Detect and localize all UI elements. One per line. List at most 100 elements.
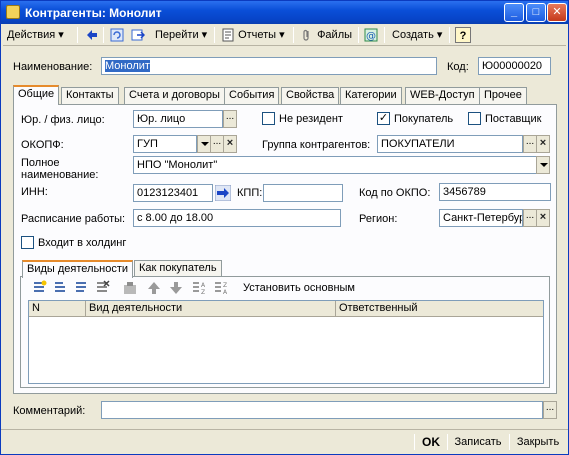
comment-select-button[interactable]: ... <box>543 401 557 419</box>
tab-events[interactable]: События <box>224 87 280 104</box>
files-button[interactable]: Файлы <box>300 27 352 43</box>
svg-text:Z: Z <box>223 282 227 289</box>
group-label: Группа контрагентов: <box>262 139 371 151</box>
help-button[interactable]: ? <box>455 27 471 43</box>
fullname-dropdown-button[interactable] <box>536 156 550 174</box>
column-header-activity[interactable]: Вид деятельности <box>86 301 336 317</box>
title-bar[interactable]: Контрагенты: Монолит _ □ ✕ <box>1 1 568 24</box>
okopf-dropdown-button[interactable] <box>197 135 211 153</box>
maximize-button[interactable]: □ <box>526 3 546 22</box>
inn-field[interactable]: 0123123401 <box>133 184 213 202</box>
minimize-button[interactable]: _ <box>504 3 524 22</box>
end-edit-icon[interactable] <box>123 281 137 298</box>
comment-label: Комментарий: <box>13 405 86 417</box>
name-field[interactable]: Монолит <box>101 57 437 75</box>
window-title: Контрагенты: Монолит <box>25 6 162 20</box>
sort-ascending-icon[interactable]: AZ <box>191 280 207 299</box>
save-button[interactable]: Записать <box>451 432 505 452</box>
code-field[interactable]: Ю00000020 <box>478 57 551 75</box>
sort-descending-icon[interactable]: ZA <box>213 280 229 299</box>
tab-other[interactable]: Прочее <box>479 87 527 104</box>
fullname-field[interactable]: НПО "Монолит" <box>133 156 537 174</box>
app-icon <box>6 5 20 19</box>
supplier-label: Поставщик <box>485 113 542 125</box>
create-menu-label: Создать <box>392 29 434 41</box>
reports-menu[interactable]: Отчеты ▾ <box>221 27 285 43</box>
files-button-label: Файлы <box>317 29 353 41</box>
column-header-responsible[interactable]: Ответственный <box>336 301 543 317</box>
paperclip-icon <box>303 30 309 41</box>
legal-type-select-button[interactable]: ... <box>223 110 237 128</box>
okopf-field[interactable]: ГУП <box>133 135 197 153</box>
subtab-as-buyer[interactable]: Как покупатель <box>134 260 222 276</box>
email-icon[interactable]: @ <box>364 27 378 43</box>
name-value: Монолит <box>105 60 150 72</box>
holding-label: Входит в холдинг <box>38 237 127 249</box>
chevron-down-icon: ▾ <box>436 29 443 41</box>
bottom-bar: OK Записать Закрыть <box>1 429 568 454</box>
tab-contacts[interactable]: Контакты <box>61 87 119 104</box>
kpp-field[interactable] <box>263 184 343 202</box>
tab-accounts[interactable]: Счета и договоры <box>124 87 225 104</box>
close-button[interactable]: Закрыть <box>513 432 563 452</box>
group-select-button[interactable]: ... <box>523 135 537 153</box>
holding-checkbox[interactable] <box>21 236 34 249</box>
legal-type-field[interactable]: Юр. лицо <box>133 110 223 128</box>
delete-row-icon[interactable] <box>95 280 111 299</box>
schedule-field[interactable]: с 8.00 до 18.00 <box>133 209 341 227</box>
move-down-icon[interactable] <box>169 281 183 298</box>
kpp-label: КПП: <box>237 187 263 199</box>
name-label: Наименование: <box>13 61 93 73</box>
tab-web-access[interactable]: WEB-Доступ <box>405 87 480 104</box>
comment-field[interactable] <box>101 401 543 419</box>
back-arrow-icon[interactable] <box>85 27 99 43</box>
edit-row-icon[interactable] <box>74 280 90 299</box>
chevron-down-icon: ▾ <box>279 29 285 41</box>
legal-type-label: Юр. / физ. лицо: <box>21 114 105 126</box>
okopf-label: ОКОПФ: <box>21 139 64 151</box>
region-select-button[interactable]: ... <box>523 209 537 227</box>
supplier-checkbox[interactable] <box>468 112 481 125</box>
schedule-label: Расписание работы: <box>21 213 126 225</box>
report-icon <box>222 28 234 42</box>
close-window-button[interactable]: ✕ <box>547 3 567 22</box>
okopf-clear-button[interactable]: × <box>223 135 237 153</box>
column-header-n[interactable]: N <box>29 301 86 317</box>
create-menu[interactable]: Создать ▾ <box>392 27 442 43</box>
region-label: Регион: <box>359 213 398 225</box>
region-field[interactable]: Санкт-Петербург <box>439 209 523 227</box>
goto-menu[interactable]: Перейти ▾ <box>155 27 207 43</box>
fullname-label: Полное наименование: <box>21 157 99 181</box>
fill-arrow-icon[interactable] <box>214 184 232 204</box>
group-field[interactable]: ПОКУПАТЕЛИ <box>377 135 523 153</box>
svg-text:A: A <box>201 282 206 289</box>
move-up-icon[interactable] <box>147 281 161 298</box>
svg-text:Z: Z <box>201 289 205 296</box>
svg-text:A: A <box>223 289 228 296</box>
add-row-icon[interactable] <box>32 280 48 299</box>
copy-row-icon[interactable] <box>53 280 69 299</box>
okopf-select-button[interactable]: ... <box>210 135 224 153</box>
set-main-button[interactable]: Установить основным <box>243 282 355 294</box>
tab-general[interactable]: Общие <box>13 85 60 105</box>
refresh-icon[interactable] <box>110 27 124 43</box>
okpo-field[interactable]: 3456789 <box>439 183 551 201</box>
nonresident-checkbox[interactable] <box>262 112 275 125</box>
reports-menu-label: Отчеты <box>238 29 277 41</box>
group-clear-button[interactable]: × <box>536 135 550 153</box>
subtab-activities[interactable]: Виды деятельности <box>22 260 134 278</box>
nonresident-label: Не резидент <box>279 113 343 125</box>
actions-menu[interactable]: Действия ▾ <box>7 27 64 43</box>
goto-icon[interactable] <box>131 27 145 43</box>
actions-menu-label: Действия <box>7 29 56 41</box>
goto-menu-label: Перейти <box>155 29 199 41</box>
tab-properties[interactable]: Свойства <box>281 87 340 104</box>
ok-button[interactable]: OK <box>419 432 443 452</box>
okpo-label: Код по ОКПО: <box>359 187 431 199</box>
table-header: N Вид деятельности Ответственный <box>29 301 543 317</box>
tab-categories[interactable]: Категории <box>340 87 402 104</box>
svg-text:@: @ <box>366 31 376 42</box>
region-clear-button[interactable]: × <box>536 209 550 227</box>
activities-table[interactable]: N Вид деятельности Ответственный <box>28 300 544 384</box>
buyer-checkbox[interactable]: ✓ <box>377 112 390 125</box>
